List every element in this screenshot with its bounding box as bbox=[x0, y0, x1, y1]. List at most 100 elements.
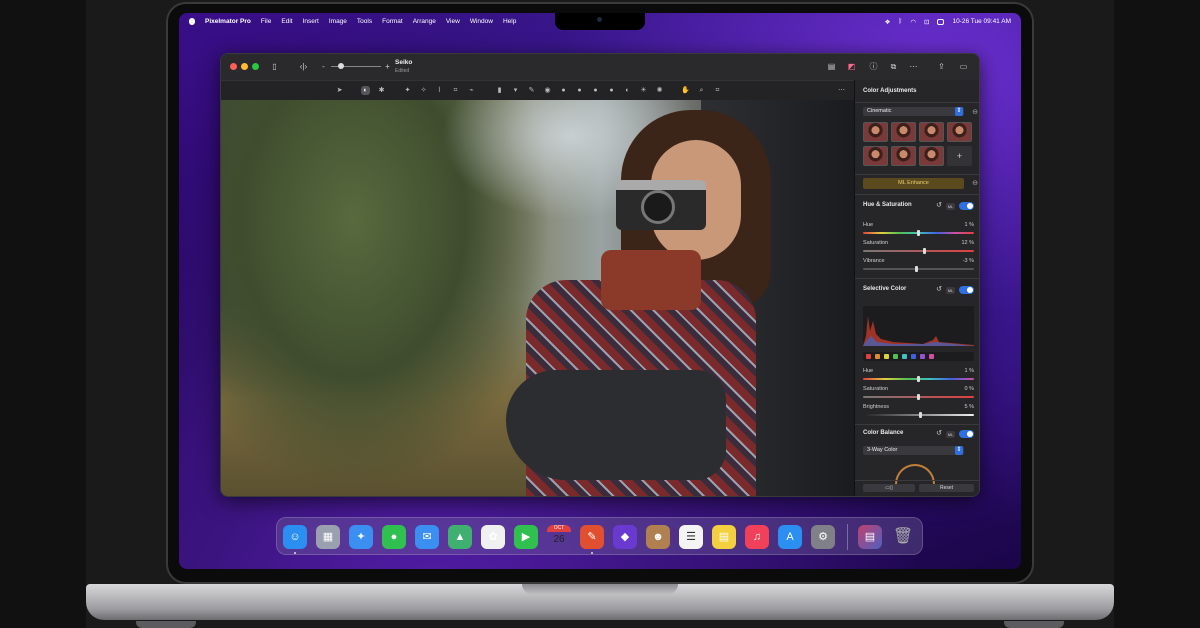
erase-tool-icon[interactable]: ◉ bbox=[543, 86, 552, 95]
menu-edit[interactable]: Edit bbox=[281, 18, 292, 25]
color-adjust-icon[interactable]: ◩ bbox=[847, 62, 856, 71]
facetime-icon[interactable]: ▶ bbox=[514, 525, 538, 549]
ml-badge[interactable]: ML bbox=[946, 287, 955, 294]
red-eye-tool-icon[interactable]: ✺ bbox=[655, 86, 664, 95]
lasso-tool-icon[interactable]: ⌇ bbox=[435, 86, 444, 95]
menu-image[interactable]: Image bbox=[329, 18, 347, 25]
menu-window[interactable]: Window bbox=[470, 18, 493, 25]
hue-saturation-toggle[interactable] bbox=[959, 202, 974, 210]
slider-knob[interactable] bbox=[919, 412, 923, 418]
swatch[interactable] bbox=[884, 354, 889, 359]
downloads-stack-icon[interactable]: ▤ bbox=[858, 525, 882, 549]
wifi-icon[interactable]: ◠ bbox=[910, 18, 916, 26]
ml-enhance-options-icon[interactable]: ⊖ bbox=[972, 179, 978, 187]
compare-toggle-button[interactable]: ▭▯ bbox=[863, 484, 915, 492]
reset-button[interactable]: Reset bbox=[919, 484, 974, 492]
menu-tools[interactable]: Tools bbox=[357, 18, 372, 25]
menu-app-name[interactable]: Pixelmator Pro bbox=[205, 18, 251, 25]
music-icon[interactable]: ♫ bbox=[745, 525, 769, 549]
retouch-tool-icon[interactable]: ✦ bbox=[403, 86, 412, 95]
swatch[interactable] bbox=[902, 354, 907, 359]
smudge-tool-icon[interactable]: ● bbox=[591, 86, 600, 95]
hand-tool-icon[interactable]: ✋ bbox=[681, 86, 690, 95]
add-preset-button[interactable]: + bbox=[947, 146, 972, 166]
ml-enhance-button[interactable]: ML Enhance bbox=[863, 178, 964, 189]
sidebar-toggle-icon[interactable]: ▯ bbox=[270, 62, 279, 71]
launchpad-icon[interactable]: ▦ bbox=[316, 525, 340, 549]
close-button[interactable] bbox=[230, 63, 237, 70]
swatch[interactable] bbox=[875, 354, 880, 359]
layers-icon[interactable]: ▤ bbox=[827, 62, 836, 71]
menu-clock[interactable]: 10-26 Tue 09:41 AM bbox=[952, 18, 1011, 25]
gradient-tool-icon[interactable]: ▮ bbox=[495, 86, 504, 95]
paint-tool-icon[interactable]: ✎ bbox=[527, 86, 536, 95]
reminders-icon[interactable]: ☰ bbox=[679, 525, 703, 549]
sharpen-tool-icon[interactable]: ● bbox=[575, 86, 584, 95]
zoom-in-icon[interactable]: + bbox=[383, 62, 392, 71]
minimize-button[interactable] bbox=[241, 63, 248, 70]
menu-insert[interactable]: Insert bbox=[303, 18, 319, 25]
zoom-slider-knob[interactable] bbox=[338, 63, 344, 69]
menu-format[interactable]: Format bbox=[382, 18, 403, 25]
burn-tool-icon[interactable]: ☀ bbox=[639, 86, 648, 95]
safari-icon[interactable]: ✦ bbox=[349, 525, 373, 549]
zoom-button[interactable] bbox=[252, 63, 259, 70]
fill-tool-icon[interactable]: ▾ bbox=[511, 86, 520, 95]
calendar-icon[interactable]: OCT 26 bbox=[547, 525, 571, 549]
menu-file[interactable]: File bbox=[261, 18, 271, 25]
quick-select-tool-icon[interactable]: ⌗ bbox=[451, 86, 460, 95]
preset-thumbnail[interactable] bbox=[891, 146, 916, 166]
finder-icon[interactable]: ☺ bbox=[283, 525, 307, 549]
crop-share-icon[interactable]: ⧉ bbox=[889, 62, 898, 71]
compare-icon[interactable]: ‹|› bbox=[299, 62, 308, 71]
pixelmator-icon[interactable]: ✎ bbox=[580, 525, 604, 549]
dodge-tool-icon[interactable]: ◐ bbox=[623, 86, 632, 95]
preset-thumbnail[interactable] bbox=[891, 122, 916, 142]
photos-icon[interactable]: ✿ bbox=[481, 525, 505, 549]
swatch[interactable] bbox=[929, 354, 934, 359]
menu-help[interactable]: Help bbox=[503, 18, 516, 25]
bluetooth-icon[interactable]: ᛒ bbox=[898, 18, 902, 25]
color-balance-toggle[interactable] bbox=[959, 430, 974, 438]
zoom-tool-icon[interactable]: ⌕ bbox=[697, 86, 706, 95]
contacts-icon[interactable]: ☻ bbox=[646, 525, 670, 549]
sc-brightness-slider[interactable] bbox=[863, 412, 974, 418]
info-icon[interactable]: ⓘ bbox=[869, 62, 878, 71]
preset-thumbnail[interactable] bbox=[863, 146, 888, 166]
mail-icon[interactable]: ✉ bbox=[415, 525, 439, 549]
slider-knob[interactable] bbox=[914, 266, 918, 272]
ml-badge[interactable]: ML bbox=[946, 203, 955, 210]
effects-tool-icon[interactable]: ✱ bbox=[377, 86, 386, 95]
system-preferences-icon[interactable]: ⚙ bbox=[811, 525, 835, 549]
app-store-icon[interactable]: A bbox=[778, 525, 802, 549]
swatch[interactable] bbox=[911, 354, 916, 359]
ml-badge[interactable]: ML bbox=[946, 431, 955, 438]
preset-thumbnail[interactable] bbox=[919, 122, 944, 142]
color-balance-mode-select[interactable]: 3-Way Color bbox=[863, 446, 964, 455]
sc-saturation-slider[interactable] bbox=[863, 394, 974, 400]
dropbox-icon[interactable]: ❖ bbox=[885, 18, 891, 26]
menu-arrange[interactable]: Arrange bbox=[413, 18, 436, 25]
eyedropper-tool-icon[interactable]: ⌁ bbox=[467, 86, 476, 95]
preset-options-icon[interactable]: ⊖ bbox=[972, 108, 978, 116]
slider-knob[interactable] bbox=[917, 376, 920, 382]
preset-select[interactable]: Cinematic bbox=[863, 107, 964, 116]
share-icon[interactable]: ⇪ bbox=[937, 62, 946, 71]
preset-thumbnail[interactable] bbox=[947, 122, 972, 142]
panel-toggle-icon[interactable]: ▭ bbox=[959, 62, 968, 71]
swatch[interactable] bbox=[866, 354, 871, 359]
sc-hue-slider[interactable] bbox=[863, 376, 974, 382]
apple-menu-icon[interactable] bbox=[189, 18, 195, 25]
repair-tool-icon[interactable]: ✧ bbox=[419, 86, 428, 95]
notes-icon[interactable]: ▤ bbox=[712, 525, 736, 549]
color-wheel[interactable] bbox=[895, 464, 935, 484]
shortcuts-icon[interactable]: ◆ bbox=[613, 525, 637, 549]
messages-icon[interactable]: ● bbox=[382, 525, 406, 549]
slider-knob[interactable] bbox=[917, 394, 920, 400]
crop-tool-icon[interactable]: ⌗ bbox=[713, 86, 722, 95]
color-adjust-tool-icon[interactable]: ◐ bbox=[361, 86, 370, 95]
user-icon[interactable]: ⊡ bbox=[924, 18, 929, 26]
slider-knob[interactable] bbox=[917, 230, 920, 236]
trash-icon[interactable]: 🗑 bbox=[891, 525, 915, 549]
battery-icon[interactable] bbox=[937, 18, 945, 25]
